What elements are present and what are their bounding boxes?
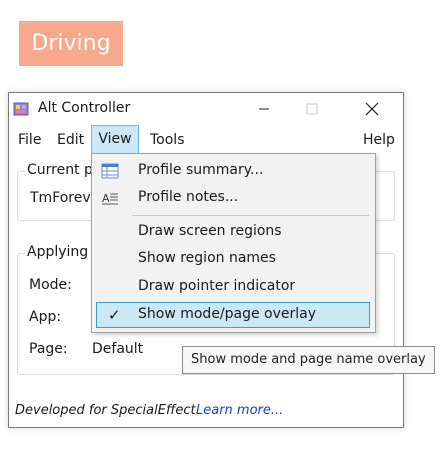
menu-item-label: Draw screen regions bbox=[138, 223, 282, 239]
close-icon bbox=[365, 102, 379, 116]
app-label: App: bbox=[29, 309, 62, 325]
menu-item-draw-pointer-indicator[interactable]: Draw pointer indicator bbox=[92, 274, 373, 301]
menu-view[interactable]: View bbox=[91, 125, 139, 154]
svg-text:A: A bbox=[102, 192, 110, 205]
close-button[interactable] bbox=[349, 93, 395, 125]
current-profile-label: Current pr bbox=[25, 162, 101, 178]
table-icon bbox=[101, 163, 119, 179]
title-bar[interactable]: Alt Controller bbox=[9, 93, 403, 125]
menu-item-show-region-names[interactable]: Show region names bbox=[92, 246, 373, 273]
menu-item-label: Profile notes... bbox=[138, 189, 239, 205]
menu-item-profile-summary[interactable]: Profile summary... bbox=[92, 158, 373, 185]
menu-help[interactable]: Help bbox=[363, 126, 395, 154]
learn-more-link[interactable]: Learn more... bbox=[196, 403, 283, 418]
menu-bar: File Edit View Tools Help bbox=[9, 125, 403, 154]
menu-item-label: Show mode/page overlay bbox=[138, 306, 317, 322]
minimize-icon bbox=[259, 108, 269, 110]
menu-item-label: Draw pointer indicator bbox=[138, 278, 296, 294]
menu-edit[interactable]: Edit bbox=[57, 126, 84, 154]
checkmark-icon: ✓ bbox=[108, 306, 121, 324]
menu-file[interactable]: File bbox=[18, 126, 41, 154]
page-value: Default bbox=[92, 341, 144, 357]
minimize-button[interactable] bbox=[241, 93, 287, 125]
notes-icon: A bbox=[102, 192, 118, 205]
mode-label: Mode: bbox=[29, 277, 72, 293]
window-title: Alt Controller bbox=[38, 100, 131, 116]
menu-item-draw-screen-regions[interactable]: Draw screen regions bbox=[92, 219, 373, 246]
menu-item-profile-notes[interactable]: A Profile notes... bbox=[92, 185, 373, 212]
menu-separator bbox=[132, 215, 369, 216]
menu-item-show-mode-page-overlay[interactable]: ✓ Show mode/page overlay bbox=[96, 302, 370, 328]
maximize-button[interactable] bbox=[289, 93, 335, 125]
tooltip: Show mode and page name overlay bbox=[182, 346, 435, 374]
menu-item-label: Show region names bbox=[138, 250, 276, 266]
menu-tools[interactable]: Tools bbox=[150, 126, 185, 154]
footer-text: Developed for SpecialEffect bbox=[15, 403, 196, 418]
app-icon bbox=[13, 102, 29, 116]
page-label: Page: bbox=[29, 341, 68, 357]
maximize-icon bbox=[306, 103, 318, 115]
profile-name: TmForeve bbox=[30, 190, 100, 206]
mode-overlay-badge: Driving bbox=[19, 21, 123, 66]
menu-item-label: Profile summary... bbox=[138, 162, 264, 178]
view-menu-dropdown: Profile summary... A Profile notes... Dr… bbox=[91, 153, 376, 333]
